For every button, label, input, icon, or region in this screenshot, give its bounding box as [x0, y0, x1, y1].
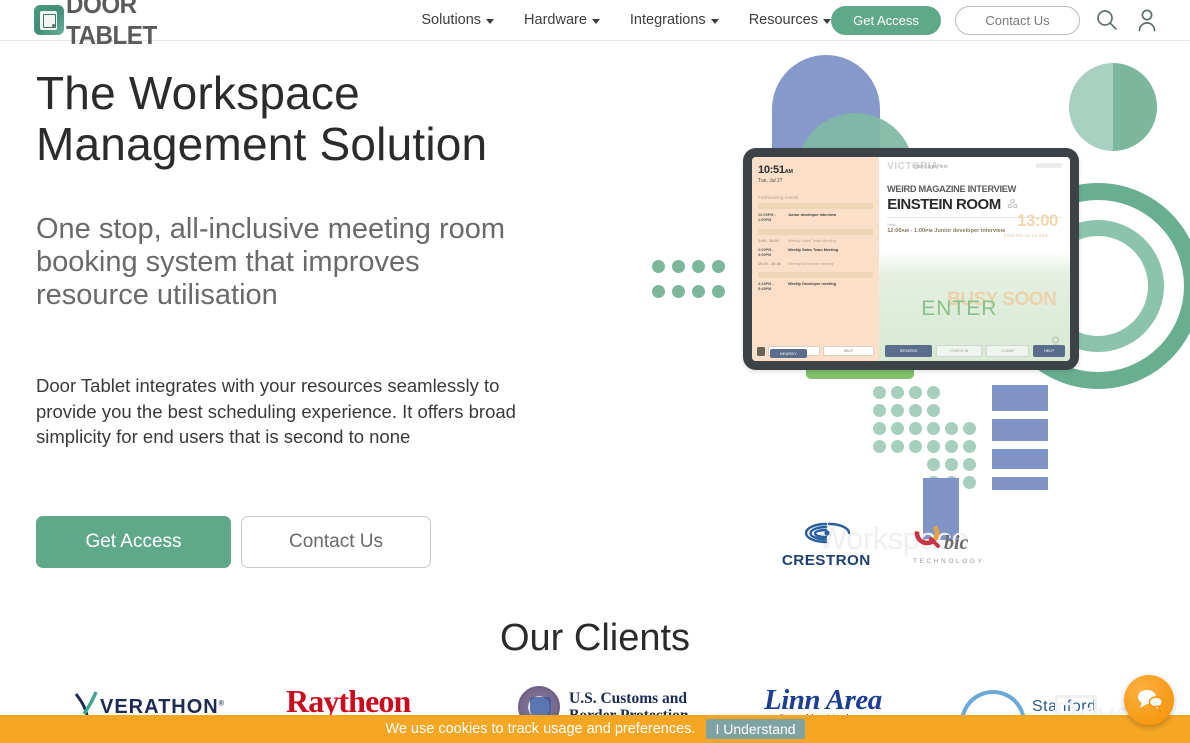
tablet-schedule-panel: 10:51AM Tue, Jul 27 Forthcoming events 1… — [752, 157, 880, 361]
tablet-event-desc: Weekly Developer meeting — [788, 262, 834, 266]
hero-illustration: 10:51AM Tue, Jul 27 Forthcoming events 1… — [620, 38, 1190, 540]
cbp-line1: U.S. Customs and — [569, 690, 688, 707]
header-contact-us-button[interactable]: Contact Us — [955, 5, 1080, 35]
nav-label-hardware: Hardware — [524, 12, 587, 28]
chevron-down-icon — [591, 18, 600, 24]
qbic-bic-text: bic — [944, 532, 969, 554]
site-logo[interactable]: DOOR TABLET — [34, 0, 245, 51]
tablet-event-row: 4:15PM - 5:45PM Weekly Developer meeting — [758, 282, 873, 292]
logo-text: DOOR TABLET — [65, 0, 157, 50]
nav-item-solutions[interactable]: Solutions — [421, 12, 495, 28]
header-get-access-button[interactable]: Get Access — [831, 5, 941, 35]
tablet-event-time: 2:00PM - 4:00PM — [758, 248, 774, 257]
occupancy-icon — [1007, 199, 1017, 209]
cookie-consent-text: We use cookies to track usage and prefer… — [385, 721, 696, 737]
chevron-down-icon — [486, 18, 495, 24]
tablet-status-badge — [1036, 163, 1062, 168]
decor-dots-white — [652, 238, 732, 256]
decor-dots-green — [652, 260, 732, 303]
nav-label-resources: Resources — [748, 12, 818, 28]
tablet-event-time: 10:30 - 10:30 — [758, 262, 781, 266]
tablet-logo-placeholder: Your Logo Here — [913, 164, 949, 170]
tablet-event-row: 2:00PM - 4:00PM Weekly Sales Team Meetin… — [758, 248, 873, 258]
decor-bars — [992, 385, 1048, 498]
tablet-event-time: 1:00 - 10:00 — [758, 239, 779, 243]
chat-widget-button[interactable] — [1124, 675, 1174, 725]
site-header: DOOR TABLET Solutions Hardware Integrati… — [0, 0, 1190, 50]
door-tablet-logo-icon — [34, 5, 64, 35]
tablet-event-time: 12:00PM - 1:00PM — [758, 213, 776, 222]
tablet-event-time: 4:15PM - 5:45PM — [758, 282, 774, 291]
partner-logos: Workspace CRESTRON bic TECHNOLOGY — [748, 505, 1038, 575]
tablet-event-row: 1:00 - 10:00 Weekly Sales Team Meeting — [758, 239, 873, 244]
search-icon[interactable] — [1094, 7, 1120, 33]
nav-item-integrations[interactable]: Integrations — [630, 12, 719, 28]
tablet-upcoming-label: Forthcoming events — [758, 195, 799, 200]
tablet-reserve-button[interactable]: RESERVE — [885, 345, 933, 357]
hero-title-line1: The Workspace — [36, 67, 360, 119]
decor-split-circle — [1069, 63, 1157, 151]
hero-title: The Workspace Management Solution — [36, 68, 596, 170]
nav-item-hardware[interactable]: Hardware — [524, 12, 600, 28]
hero-get-access-button[interactable]: Get Access — [36, 516, 231, 568]
user-account-icon[interactable] — [1134, 7, 1160, 33]
nav-label-integrations: Integrations — [629, 12, 706, 28]
chevron-down-icon — [823, 18, 831, 24]
tablet-help-button-right[interactable]: HELP — [1032, 345, 1065, 357]
tablet-next-desc: Junior developer interview — [934, 228, 1006, 234]
hero-subtitle: One stop, all-inclusive meeting room boo… — [36, 213, 506, 311]
cookie-consent-bar: We use cookies to track usage and prefer… — [0, 715, 1190, 743]
tablet-device: 10:51AM Tue, Jul 27 Forthcoming events 1… — [743, 148, 1079, 370]
chat-bubbles-icon — [1138, 690, 1164, 713]
header-actions: Get Access Contact Us — [831, 5, 1160, 35]
tablet-room-panel: VICTORIA Your Logo Here WEIRD MAGAZINE I… — [879, 157, 1070, 361]
tablet-clear-button[interactable]: CLEAR — [986, 345, 1029, 357]
tablet-ghost-time: 13:00 — [1017, 211, 1058, 230]
qbic-logo: bic TECHNOLOGY — [913, 519, 985, 565]
primary-nav: Solutions Hardware Integrations Resource… — [421, 12, 831, 28]
qbic-wordmark: bic — [913, 519, 985, 555]
tablet-event-row: 10:30 - 10:30 Weekly Developer meeting — [758, 262, 873, 267]
crestron-wordmark: CRESTRON — [781, 553, 871, 569]
crestron-logo: CRESTRON — [781, 519, 871, 569]
tablet-help-button[interactable]: HELP — [822, 346, 875, 356]
hero-contact-us-button[interactable]: Contact Us — [241, 516, 431, 568]
hero-title-line2: Management Solution — [36, 118, 488, 170]
nav-item-resources[interactable]: Resources — [749, 12, 831, 28]
tablet-event-desc: Weekly Sales Team Meeting — [788, 239, 836, 243]
tablet-checkin-button[interactable]: CHECK IN — [936, 345, 983, 357]
tablet-clock-suffix: AM — [784, 169, 793, 175]
tablet-event-desc: Weekly Sales Team Meeting — [788, 248, 839, 252]
tablet-next-time: 12:00ᴀᴍ - 1:00ᴘᴍ — [887, 228, 933, 234]
tablet-right-buttons: RESERVE CHECK IN CLEAR HELP — [885, 345, 1065, 357]
tablet-clock-time: 10:51 — [758, 164, 785, 176]
qbic-technology-text: TECHNOLOGY — [913, 558, 985, 565]
tablet-date: Tue, Jul 27 — [758, 178, 783, 184]
tablet-event-desc: Junior developer interview — [788, 213, 837, 217]
crestron-swirl-icon — [805, 522, 851, 544]
tablet-event-desc: Weekly Developer meeting — [788, 282, 837, 286]
hero-cta-group: Get Access Contact Us — [36, 516, 431, 568]
tablet-ending-text: ENDING IN 1ʜ 25ᴍ — [1003, 233, 1048, 238]
tablet-clock: 10:51AM — [758, 164, 873, 176]
tablet-nearby-button-overlay[interactable]: NEARBY — [770, 349, 807, 358]
cookie-accept-button[interactable]: I Understand — [706, 719, 805, 739]
tablet-event-row: 12:00PM - 1:00PM Junior developer interv… — [758, 213, 873, 223]
nav-label-solutions: Solutions — [421, 12, 482, 28]
clients-section-title: Our Clients — [499, 617, 691, 659]
hero-body-text: Door Tablet integrates with your resourc… — [36, 375, 516, 447]
page-root: DOOR TABLET Solutions Hardware Integrati… — [0, 0, 1190, 743]
tablet-screen: 10:51AM Tue, Jul 27 Forthcoming events 1… — [752, 157, 1070, 361]
lock-icon — [757, 346, 765, 356]
qbic-q-icon — [914, 520, 940, 548]
tablet-meeting-title: WEIRD MAGAZINE INTERVIEW — [887, 184, 1017, 195]
tablet-status-enter: ENTER — [921, 297, 998, 320]
tablet-room-name: EINSTEIN ROOM — [887, 196, 1001, 213]
chevron-down-icon — [710, 18, 719, 24]
